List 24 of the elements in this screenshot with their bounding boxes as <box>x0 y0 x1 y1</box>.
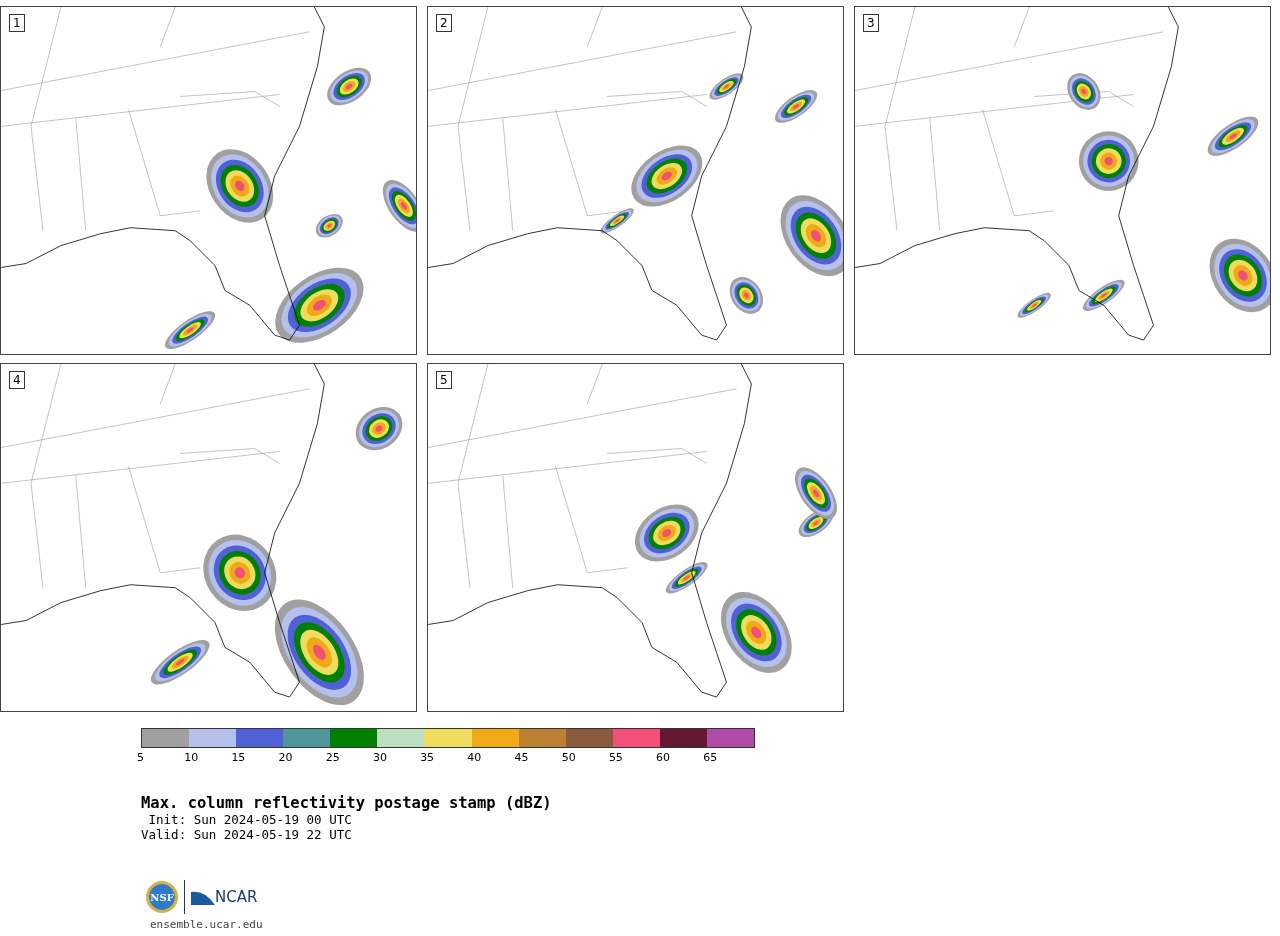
tick-label: 55 <box>608 750 624 764</box>
tick-label: 50 <box>561 750 577 764</box>
tick-label: 35 <box>420 750 436 764</box>
tick-label: 20 <box>278 750 294 764</box>
panel-number: 1 <box>9 14 25 32</box>
website-link[interactable]: ensemble.ucar.edu <box>141 918 1280 931</box>
nsf-logo: NSF <box>146 881 178 913</box>
tick-label: 30 <box>372 750 388 764</box>
tick-label: 10 <box>184 750 200 764</box>
tick-label: 40 <box>467 750 483 764</box>
ncar-logo: NCAR <box>191 888 258 906</box>
tick-label: 45 <box>514 750 530 764</box>
tick-label: 5 <box>137 750 145 764</box>
tick-label: 60 <box>656 750 672 764</box>
panel-number: 3 <box>863 14 879 32</box>
panel-number: 5 <box>436 371 452 389</box>
panel-number: 2 <box>436 14 452 32</box>
panel-number: 4 <box>9 371 25 389</box>
tick-label: 25 <box>325 750 341 764</box>
init-time: Init: Sun 2024-05-19 00 UTC <box>147 812 353 827</box>
tick-label: 65 <box>703 750 719 764</box>
tick-label: 15 <box>231 750 247 764</box>
valid-time: Valid: Sun 2024-05-19 22 UTC <box>141 827 353 842</box>
chart-title: Max. column reflectivity postage stamp (dBZ) <box>141 794 553 812</box>
